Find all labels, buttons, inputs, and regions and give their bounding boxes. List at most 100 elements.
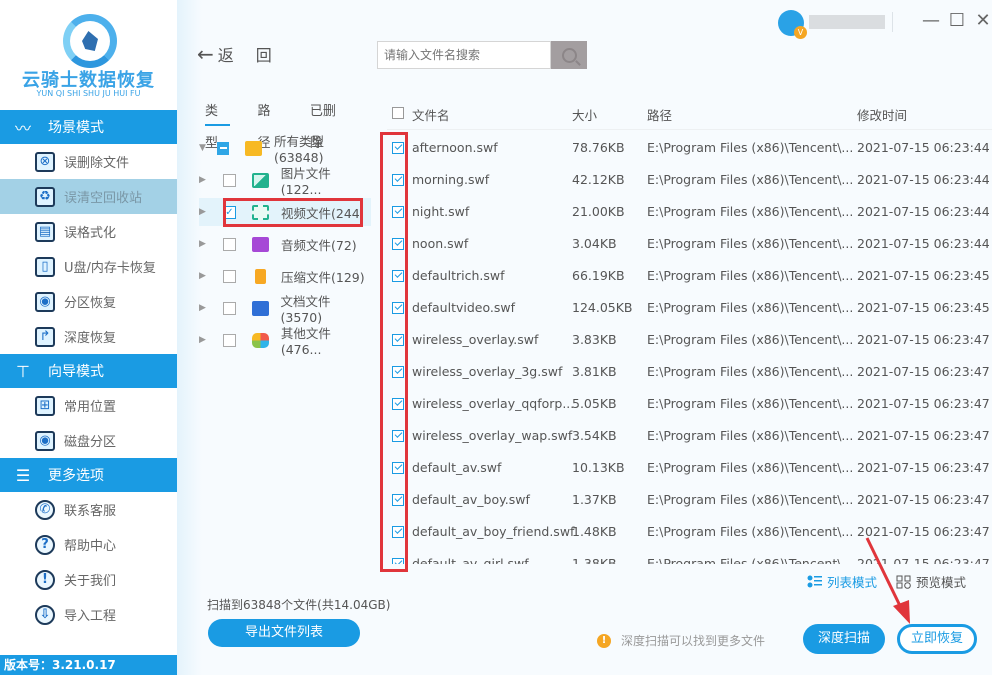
search-button[interactable] [551,41,587,69]
file-checkbox[interactable] [392,302,404,314]
file-checkbox[interactable] [392,174,404,186]
deleted-file-icon: ⊗ [35,151,55,172]
file-row[interactable]: default_av_girl.swf 1.38KB E:\Program File… [387,548,992,564]
expand-right-icon[interactable]: ▶ [199,175,213,185]
audio-icon [252,236,269,252]
monitor-icon: ⊞ [35,395,55,416]
tree-checkbox[interactable]: ✓ [223,205,236,219]
maximize-button[interactable]: ☐ [945,9,969,33]
list-mode-icon [807,575,823,589]
disk-icon: ◉ [35,430,55,451]
file-checkbox[interactable] [392,206,404,218]
select-all-checkbox[interactable] [392,107,404,119]
tree-checkbox[interactable] [223,269,236,283]
file-modified: 2021-07-15 06:23:45 [857,300,990,315]
file-row[interactable]: noon.swf 3.04KB E:\Program Files (x86)\Ten… [387,228,992,260]
sidebar-item-recycle-bin[interactable]: ♻ 误清空回收站 [0,179,177,214]
file-modified: 2021-07-15 06:23:44 [857,236,990,251]
file-name: default_av_girl.swf [412,556,529,564]
file-checkbox[interactable] [392,334,404,346]
file-checkbox[interactable] [392,494,404,506]
tree-node-videos[interactable]: ▶ ✓ 视频文件(244 [199,198,371,226]
tree-checkbox[interactable] [216,141,230,155]
sidebar-item-deep-recovery[interactable]: ↱ 深度恢复 [0,319,177,354]
expand-right-icon[interactable]: ▶ [199,303,213,313]
grid-icon [896,575,912,589]
user-avatar[interactable]: V [778,10,807,39]
file-checkbox[interactable] [392,142,404,154]
file-checkbox[interactable] [392,366,404,378]
column-modified[interactable]: 修改时间 [857,105,907,124]
file-row[interactable]: afternoon.swf 78.76KB E:\Program Files (x8… [387,132,992,164]
minimize-button[interactable]: — [919,9,943,33]
file-row[interactable]: defaultrich.swf 66.19KB E:\Program Files (… [387,260,992,292]
tree-checkbox[interactable] [222,301,236,315]
file-checkbox[interactable] [392,238,404,250]
sidebar-item-help-center[interactable]: ? 帮助中心 [0,527,177,562]
sidebar-item-common-locations[interactable]: ⊞ 常用位置 [0,388,177,423]
preview-mode-button[interactable]: 预览模式 [896,572,966,591]
file-name: wireless_overlay_wap.swf [412,428,573,443]
file-row[interactable]: wireless_overlay_qqforp... 5.05KB E:\Progr… [387,388,992,420]
list-mode-button[interactable]: 列表模式 [807,572,877,591]
file-row[interactable]: defaultvideo.swf 124.05KB E:\Program Files… [387,292,992,324]
tree-node-documents[interactable]: ▶ 文档文件(3570) [199,294,371,325]
file-row[interactable]: wireless_overlay.swf 3.83KB E:\Program Fil… [387,324,992,356]
tree-node-others[interactable]: ▶ 其他文件(476... [199,326,371,357]
tree-node-all-types[interactable]: ▼ 所有类型(63848) [199,134,371,165]
column-name[interactable]: 文件名 [412,105,450,124]
file-row[interactable]: wireless_overlay_wap.swf 3.54KB E:\Program… [387,420,992,452]
file-checkbox[interactable] [392,526,404,538]
titlebar-divider [892,12,893,32]
file-row[interactable]: default_av.swf 10.13KB E:\Program Files (x… [387,452,992,484]
other-files-icon [251,332,269,348]
export-file-list-button[interactable]: 导出文件列表 [208,619,360,647]
sidebar-item-deleted-files[interactable]: ⊗ 误删除文件 [0,144,177,179]
expand-right-icon[interactable]: ▶ [199,207,213,217]
sidebar-item-partition[interactable]: ◉ 分区恢复 [0,284,177,319]
tab-deleted[interactable]: 已删除 [310,96,348,151]
file-row[interactable]: wireless_overlay_3g.swf 3.81KB E:\Program … [387,356,992,388]
file-checkbox[interactable] [392,558,404,564]
sidebar-item-disk-partition[interactable]: ◉ 磁盘分区 [0,423,177,458]
recycle-bin-icon: ♻ [35,186,55,207]
recover-now-button[interactable]: 立即恢复 [897,624,977,654]
tab-path[interactable]: 路径 [257,96,282,151]
back-label: 返回 [217,46,294,65]
tree-checkbox[interactable] [223,237,236,251]
column-size[interactable]: 大小 [572,105,597,124]
sidebar-item-contact-support[interactable]: ✆ 联系客服 [0,492,177,527]
file-row[interactable]: default_av_boy.swf 1.37KB E:\Program Files… [387,484,992,516]
column-path[interactable]: 路径 [647,105,672,124]
search-input[interactable] [377,41,551,69]
file-checkbox[interactable] [392,430,404,442]
tree-node-label: 音频文件(72) [281,237,357,253]
tip-text: 深度扫描可以找到更多文件 [621,634,766,648]
file-checkbox[interactable] [392,398,404,410]
sidebar-item-format[interactable]: ▤ 误格式化 [0,214,177,249]
logo-subtitle: YUN QI SHI SHU JU HUI FU [36,89,141,98]
file-row[interactable]: default_av_boy_friend.swf 1.48KB E:\Progra… [387,516,992,548]
tree-checkbox[interactable] [222,173,236,187]
file-checkbox[interactable] [392,270,404,282]
expand-right-icon[interactable]: ▶ [199,271,213,281]
phone-icon: ✆ [35,499,55,520]
sidebar-item-usb-card[interactable]: ▯ U盘/内存卡恢复 [0,249,177,284]
close-button[interactable]: ✕ [971,9,992,33]
deep-scan-button[interactable]: 深度扫描 [803,624,885,654]
tree-node-images[interactable]: ▶ 图片文件(122... [199,166,371,197]
tab-type[interactable]: 类型 [205,96,231,151]
file-row[interactable]: morning.swf 42.12KB E:\Program Files (x86)… [387,164,992,196]
expand-right-icon[interactable]: ▶ [199,335,213,345]
expand-down-icon[interactable]: ▼ [199,143,213,153]
file-path: E:\Program Files (x86)\Tencent\... [647,204,854,219]
back-button[interactable]: ← 返回 [197,42,294,66]
file-row[interactable]: night.swf 21.00KB E:\Program Files (x86)\T… [387,196,992,228]
tree-checkbox[interactable] [222,333,236,347]
sidebar-item-about-us[interactable]: ! 关于我们 [0,562,177,597]
file-checkbox[interactable] [392,462,404,474]
tree-node-audio[interactable]: ▶ 音频文件(72) [199,230,371,258]
expand-right-icon[interactable]: ▶ [199,239,213,249]
sidebar-item-import-project[interactable]: ⇩ 导入工程 [0,597,177,632]
tree-node-archives[interactable]: ▶ 压缩文件(129) [199,262,371,290]
